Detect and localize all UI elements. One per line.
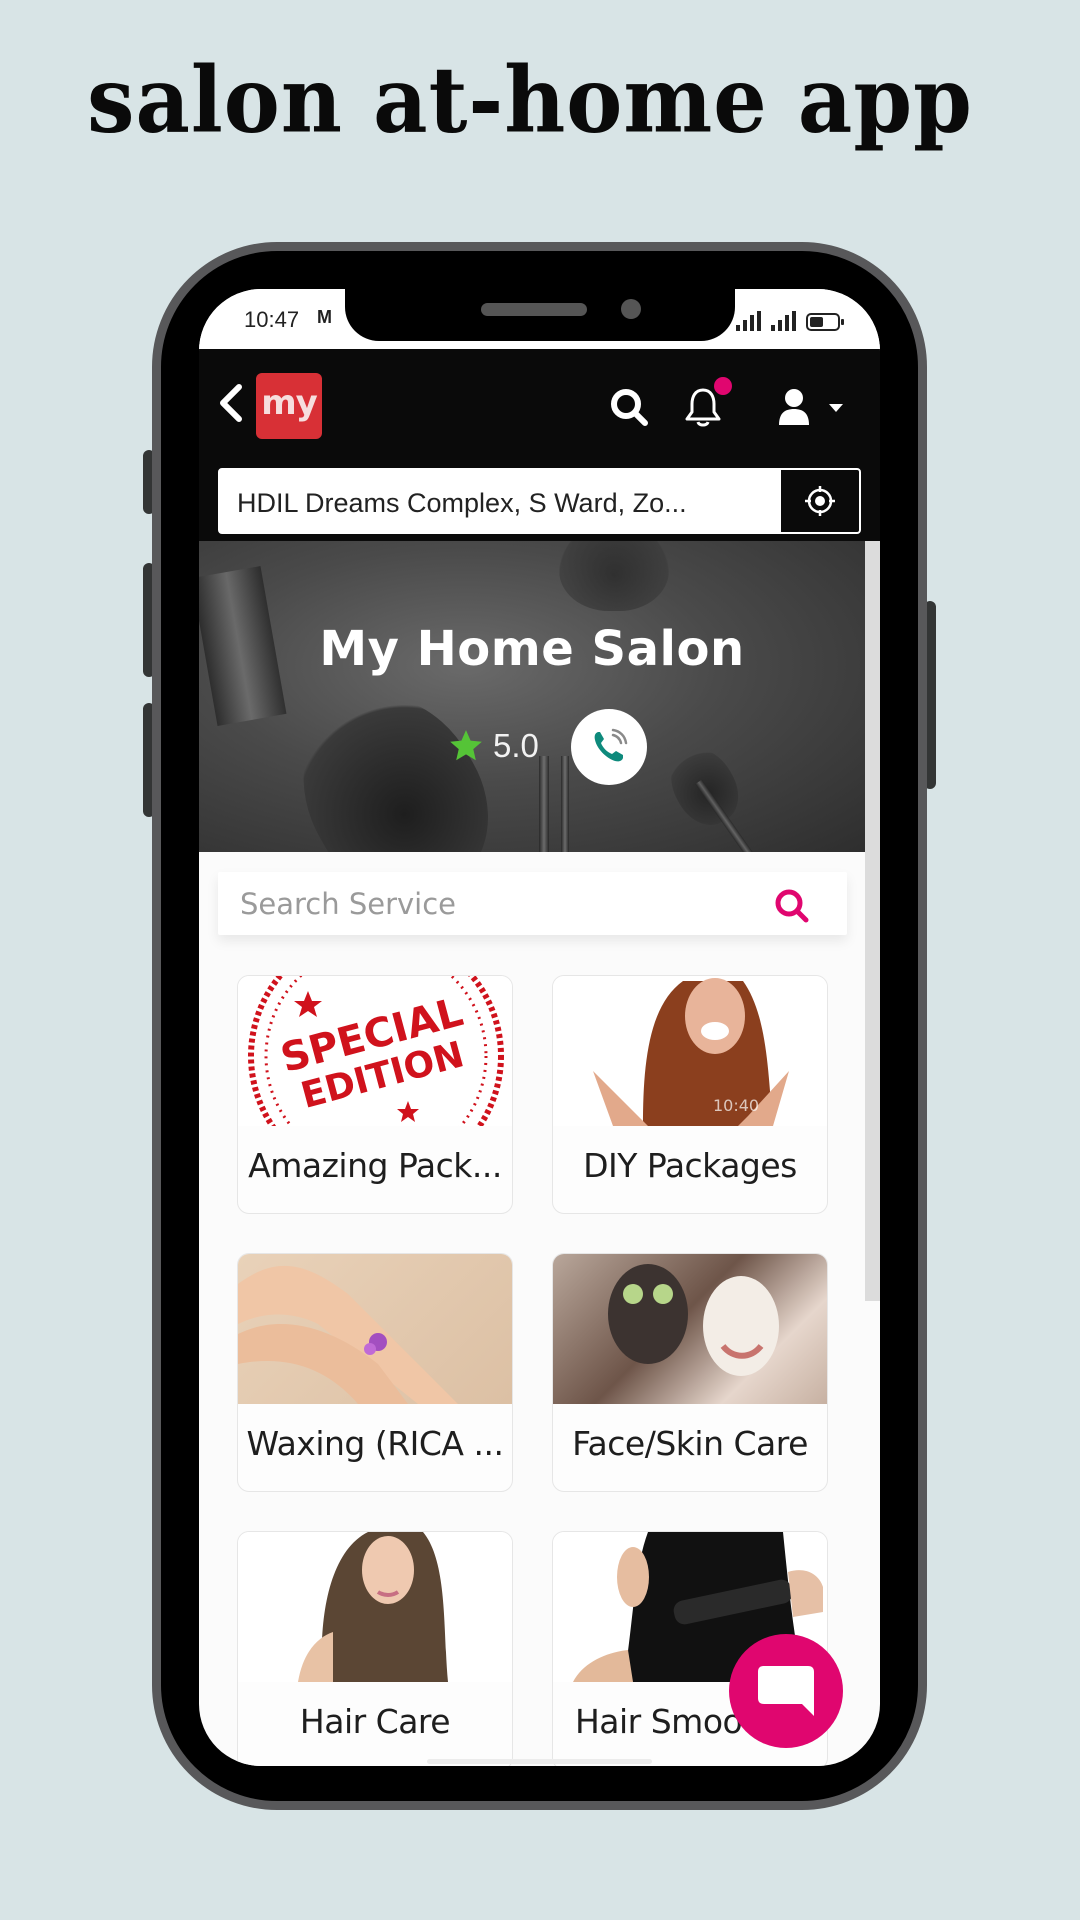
svg-text:10:40: 10:40: [713, 1096, 759, 1115]
salon-rating: 5.0: [447, 727, 539, 765]
home-indicator[interactable]: [427, 1759, 652, 1764]
category-label: Amazing Pack...: [248, 1146, 502, 1185]
app-logo[interactable]: my: [256, 373, 322, 439]
category-image-diy: 10:40: [553, 976, 827, 1126]
category-image-waxing: [238, 1254, 512, 1404]
search-icon[interactable]: [772, 886, 812, 926]
phone-notch: [345, 289, 735, 341]
decor-brush-handle: [561, 756, 569, 852]
back-button[interactable]: [213, 381, 249, 425]
notification-badge: [714, 377, 732, 395]
gmail-icon: M: [317, 307, 332, 327]
service-search-input[interactable]: [240, 872, 760, 935]
special-edition-stamp-icon: SPECIAL EDITION: [248, 976, 504, 1184]
category-card[interactable]: Face/Skin Care: [552, 1253, 828, 1492]
chat-button[interactable]: [729, 1634, 843, 1748]
chat-bubble-icon: [758, 1666, 814, 1716]
category-image-special-edition: SPECIAL EDITION: [238, 976, 512, 1184]
signal-icon: [771, 311, 796, 331]
category-card[interactable]: 10:40 DIY Packages: [552, 975, 828, 1214]
front-camera: [621, 299, 641, 319]
app-header: my HDIL Dreams Complex, S Ward, Zo...: [199, 349, 880, 541]
category-card[interactable]: SPECIAL EDITION Amazing Pack...: [237, 975, 513, 1214]
page-title: salon at-home app: [87, 46, 973, 153]
address-text: HDIL Dreams Complex, S Ward, Zo...: [237, 488, 687, 518]
status-time: 10:47: [244, 307, 300, 332]
category-label: Face/Skin Care: [572, 1424, 808, 1463]
phone-screen: 10:47 M my HDIL Dreams Complex, S Ward, …: [199, 289, 880, 1766]
signal-icon: [736, 311, 761, 331]
caret-down-icon[interactable]: [829, 404, 843, 412]
decor-brush: [559, 541, 669, 611]
user-icon: [779, 389, 809, 425]
category-card[interactable]: Waxing (RICA ...: [237, 1253, 513, 1492]
decor-brush-handle: [539, 756, 549, 852]
battery-icon: [806, 313, 844, 331]
status-icons: [736, 307, 844, 331]
search-icon: [611, 389, 648, 426]
scrollbar[interactable]: [865, 541, 880, 1301]
salon-hero-banner: My Home Salon 5.0: [199, 541, 865, 852]
profile-button[interactable]: [772, 385, 816, 429]
star-icon: [450, 730, 482, 761]
salon-name: My Home Salon: [319, 621, 745, 677]
search-button[interactable]: [607, 385, 651, 429]
category-label: DIY Packages: [583, 1146, 797, 1185]
rating-value: 5.0: [493, 727, 539, 764]
service-search-bar: [218, 872, 847, 935]
speaker-grille: [481, 303, 587, 316]
call-button[interactable]: [571, 709, 647, 785]
address-bar[interactable]: HDIL Dreams Complex, S Ward, Zo...: [218, 468, 861, 534]
locate-button[interactable]: [781, 470, 859, 532]
phone-call-icon: [594, 728, 628, 762]
category-label: Hair Care: [299, 1702, 451, 1741]
category-card[interactable]: Hair Care: [237, 1531, 513, 1766]
category-image-hair-care: [238, 1532, 512, 1682]
category-label: Waxing (RICA ...: [246, 1424, 504, 1463]
crosshair-icon: [805, 486, 835, 516]
chevron-left-icon: [220, 384, 242, 422]
category-image-face-care: [553, 1254, 827, 1404]
